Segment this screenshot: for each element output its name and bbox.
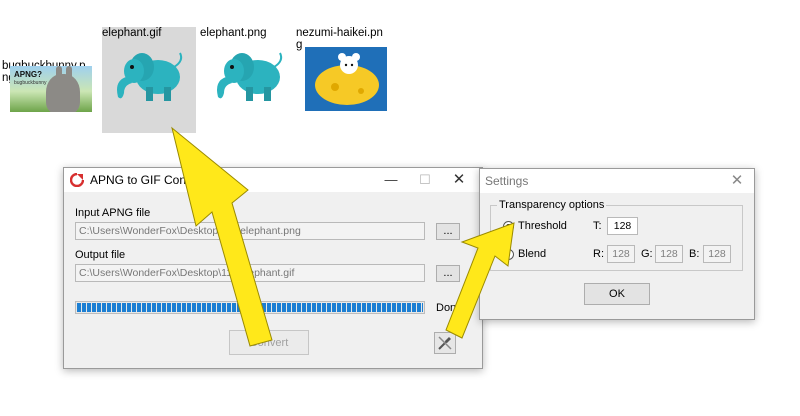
blend-label[interactable]: Blend <box>518 248 546 260</box>
threshold-label[interactable]: Threshold <box>518 220 567 232</box>
file-name: elephant.gif <box>102 27 162 39</box>
elephant-image <box>217 52 283 101</box>
input-file-field[interactable] <box>75 222 425 240</box>
convert-button[interactable]: Convert <box>229 330 309 355</box>
converter-titlebar[interactable]: APNG to GIF Conve — ☐ ✕ <box>64 168 482 192</box>
close-button[interactable]: ✕ <box>442 168 476 192</box>
maximize-button[interactable]: ☐ <box>408 168 442 192</box>
output-browse-button[interactable]: ... <box>436 265 460 282</box>
settings-titlebar[interactable]: Settings ✕ <box>480 169 754 193</box>
progress-bar <box>75 301 425 314</box>
file-item-bugbuckbunny[interactable]: APNG? bugbuckbunny bugbuckbunny.png <box>2 60 98 150</box>
thumb-text: APNG? <box>14 70 42 79</box>
t-label: T: <box>593 220 602 232</box>
output-file-label: Output file <box>75 249 126 261</box>
thumb-subtext: bugbuckbunny <box>14 80 47 86</box>
settings-title: Settings <box>485 174 529 188</box>
file-thumbnail <box>108 41 190 115</box>
converter-title: APNG to GIF Conve <box>90 173 199 187</box>
settings-close-button[interactable]: ✕ <box>720 169 754 193</box>
ok-button[interactable]: OK <box>584 283 650 305</box>
file-thumbnail <box>208 41 290 115</box>
settings-window: Settings ✕ Transparency options Threshol… <box>479 168 755 320</box>
r-label: R: <box>593 248 604 260</box>
threshold-value-field[interactable]: 128 <box>607 217 638 235</box>
b-label: B: <box>689 248 700 260</box>
file-item-nezumi-haikei[interactable]: nezumi-haikei.pn g <box>296 27 396 147</box>
app-icon <box>69 172 85 188</box>
bunny-figure <box>46 74 80 112</box>
transparency-group-label: Transparency options <box>497 199 607 211</box>
elephant-image <box>117 52 183 101</box>
input-file-label: Input APNG file <box>75 207 151 219</box>
file-thumbnail <box>305 47 387 111</box>
threshold-radio[interactable] <box>503 221 514 232</box>
tools-icon <box>438 336 452 350</box>
output-file-field[interactable] <box>75 264 425 282</box>
settings-tool-button[interactable] <box>434 332 456 354</box>
status-text: Done <box>436 302 463 314</box>
file-item-elephant-gif[interactable]: elephant.gif <box>102 27 196 133</box>
g-value-field[interactable]: 128 <box>655 245 683 263</box>
file-name: elephant.png <box>200 27 267 39</box>
minimize-button[interactable]: — <box>374 168 408 192</box>
input-browse-button[interactable]: ... <box>436 223 460 240</box>
b-value-field[interactable]: 128 <box>703 245 731 263</box>
blend-radio[interactable] <box>503 249 514 260</box>
file-thumbnail: APNG? bugbuckbunny <box>10 66 92 112</box>
converter-window: APNG to GIF Conve — ☐ ✕ Input APNG file … <box>63 167 483 369</box>
progress-fill <box>77 303 423 312</box>
file-item-elephant-png[interactable]: elephant.png <box>200 27 296 133</box>
r-value-field[interactable]: 128 <box>607 245 635 263</box>
g-label: G: <box>641 248 653 260</box>
mouse-cheese-image <box>315 53 379 105</box>
